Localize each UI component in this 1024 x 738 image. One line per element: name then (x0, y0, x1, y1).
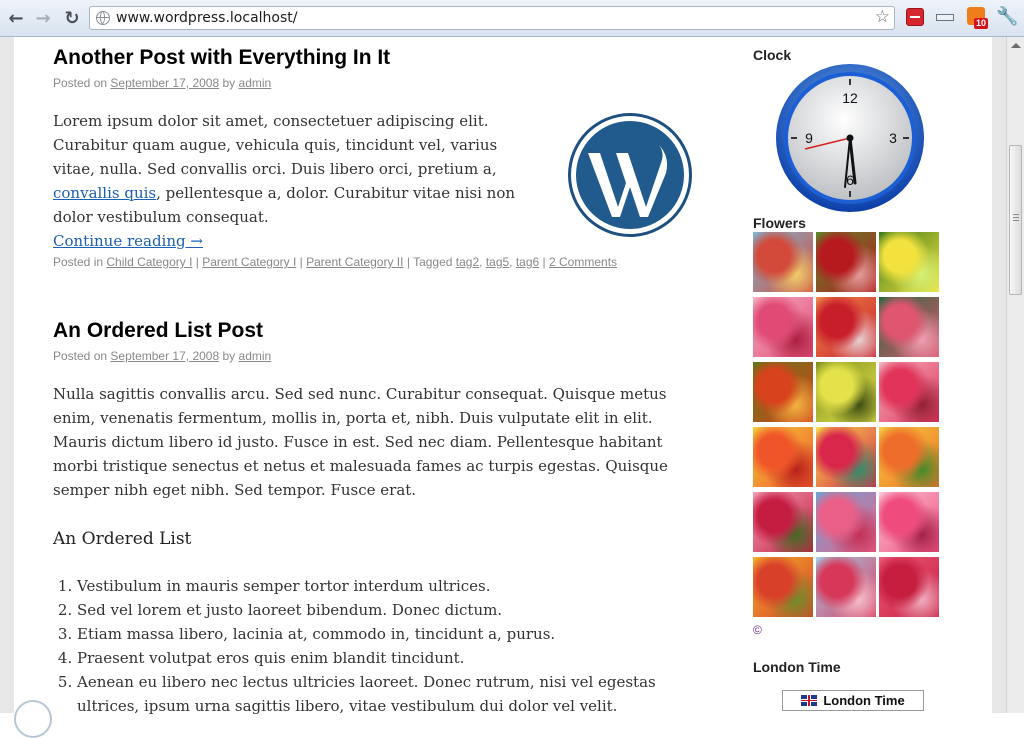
flower-thumbnail[interactable] (879, 362, 939, 422)
corner-circle-icon (14, 700, 52, 738)
tagged-label: Tagged (413, 255, 453, 269)
post-date-link[interactable]: September 17, 2008 (110, 349, 219, 363)
extension-badge: 10 (974, 18, 989, 29)
browser-toolbar: ← → ↻ www.wordpress.localhost/ ☆ 10 🔧 (0, 0, 1024, 37)
address-bar[interactable]: www.wordpress.localhost/ ☆ (89, 6, 895, 30)
flower-thumbnail[interactable] (753, 427, 813, 487)
reload-icon[interactable]: ↻ (61, 7, 83, 29)
london-time-widget-title: London Time (753, 659, 841, 675)
list-item: Aenean eu libero nec lectus ultricies la… (77, 670, 697, 718)
ordered-list: Vestibulum in mauris semper tortor inter… (53, 574, 697, 718)
analog-clock: 12 3 6 9 (776, 64, 924, 212)
category-link[interactable]: Parent Category II (306, 255, 403, 269)
author-link[interactable]: admin (239, 349, 272, 363)
post-meta: Posted on September 17, 2008 by admin (53, 76, 683, 90)
globe-icon (96, 11, 110, 25)
list-item: Sed vel lorem et justo laoreet bibendum.… (77, 598, 697, 622)
category-link[interactable]: Parent Category I (202, 255, 296, 269)
meta-by: by (222, 76, 236, 90)
flower-thumbnail[interactable] (816, 427, 876, 487)
post-another-post: Another Post with Everything In It Poste… (53, 46, 683, 90)
clock-number-9: 9 (805, 130, 813, 146)
back-arrow-icon[interactable]: ← (5, 7, 27, 29)
continue-reading-link[interactable]: Continue reading → (53, 232, 203, 250)
vertical-scrollbar[interactable] (1006, 37, 1024, 713)
scroll-thumb[interactable] (1009, 145, 1022, 295)
page-gutter-right (992, 37, 1006, 713)
flower-thumbnail[interactable] (753, 557, 813, 617)
clock-widget-title: Clock (753, 47, 792, 63)
copyright-link[interactable]: © (753, 623, 762, 637)
flower-thumbnail[interactable] (753, 297, 813, 357)
flowers-widget-title: Flowers (753, 215, 806, 231)
meta-posted-on: Posted on (53, 76, 108, 90)
flower-thumbnail[interactable] (879, 427, 939, 487)
forward-arrow-icon[interactable]: → (32, 7, 54, 29)
list-item: Etiam massa libero, lacinia at, commodo … (77, 622, 697, 646)
post-meta: Posted on September 17, 2008 by admin (53, 349, 683, 363)
scroll-up-arrow-icon[interactable] (1011, 43, 1021, 48)
tag-link[interactable]: tag5 (486, 255, 509, 269)
post-footer: Posted in Child Category I | Parent Cate… (53, 255, 618, 269)
url-text[interactable]: www.wordpress.localhost/ (116, 10, 297, 26)
category-link[interactable]: Child Category I (106, 255, 192, 269)
wordpress-logo-icon (568, 113, 692, 237)
post-title[interactable]: An Ordered List Post (53, 319, 683, 343)
london-time-label: London Time (823, 693, 905, 708)
excerpt-text: Lorem ipsum dolor sit amet, consectetuer… (53, 112, 498, 178)
clock-number-3: 3 (889, 130, 897, 146)
tag-link[interactable]: tag2 (456, 255, 479, 269)
flower-thumbnail[interactable] (753, 492, 813, 552)
flower-thumbnail[interactable] (816, 362, 876, 422)
extension-red-icon[interactable] (906, 8, 924, 26)
flower-thumbnail[interactable] (816, 557, 876, 617)
post-title[interactable]: Another Post with Everything In It (53, 46, 683, 70)
meta-by: by (222, 349, 236, 363)
london-time-button[interactable]: London Time (782, 690, 924, 711)
flower-thumbnail[interactable] (816, 492, 876, 552)
flower-thumbnail[interactable] (879, 297, 939, 357)
flower-thumbnail[interactable] (753, 232, 813, 292)
meta-posted-on: Posted on (53, 349, 108, 363)
wrench-icon[interactable]: 🔧 (996, 6, 1018, 27)
post-ordered-list: An Ordered List Post Posted on September… (53, 319, 683, 363)
post-date-link[interactable]: September 17, 2008 (110, 76, 219, 90)
flower-thumbnail[interactable] (879, 557, 939, 617)
bookmark-star-icon[interactable]: ☆ (875, 7, 890, 27)
author-link[interactable]: admin (239, 76, 272, 90)
flower-thumbnail[interactable] (816, 297, 876, 357)
extension-bar-icon[interactable] (936, 14, 954, 21)
clock-number-12: 12 (842, 90, 858, 106)
uk-flag-icon (801, 695, 818, 706)
post-body: Nulla sagittis convallis arcu. Sed sed n… (53, 385, 668, 499)
post-excerpt: Lorem ipsum dolor sit amet, consectetuer… (53, 109, 538, 253)
page-gutter-left (0, 37, 14, 713)
comments-link[interactable]: 2 Comments (549, 255, 617, 269)
convallis-quis-link[interactable]: convallis quis (53, 184, 156, 202)
tag-link[interactable]: tag6 (516, 255, 539, 269)
flower-thumbnail[interactable] (879, 232, 939, 292)
ordered-list-heading: An Ordered List (53, 529, 192, 549)
posted-in-label: Posted in (53, 255, 104, 269)
flower-thumbnail[interactable] (879, 492, 939, 552)
flower-thumbnail[interactable] (816, 232, 876, 292)
flower-thumbnail[interactable] (753, 362, 813, 422)
list-item: Vestibulum in mauris semper tortor inter… (77, 574, 697, 598)
list-item: Praesent volutpat eros quis enim blandit… (77, 646, 697, 670)
